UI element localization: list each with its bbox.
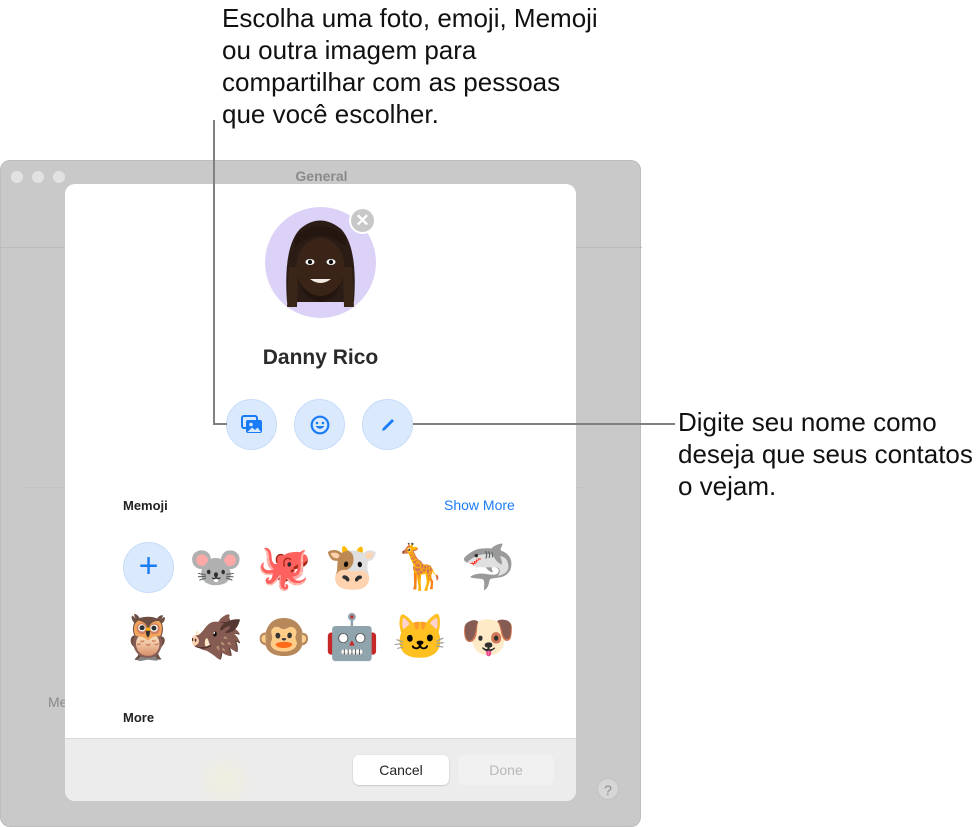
leader-line-right [413,423,675,425]
show-more-link[interactable]: Show More [444,497,515,513]
memoji-cow[interactable]: 🐮 [325,542,380,594]
more-section-label: More [123,710,155,725]
photos-icon [240,414,262,433]
memoji-shark[interactable]: 🦈 [461,542,516,594]
window-title: General [295,168,348,184]
choose-emoji-button[interactable] [294,399,345,450]
smiley-icon [310,415,329,434]
memoji-mouse[interactable]: 🐭 [189,542,244,594]
pencil-icon [381,418,394,431]
memoji-monkey[interactable]: 🐵 [257,612,312,664]
sheet-footer: Cancel Done [65,738,576,801]
footer-glow [195,751,255,801]
memoji-owl[interactable]: 🦉 [121,612,176,664]
name-photo-sheet: ✕ Danny Rico Memoji Show More + 🐭 🐙 🐮 🦒 … [65,184,576,801]
remove-avatar-button[interactable]: ✕ [349,207,376,234]
memoji-section-label: Memoji [123,498,168,513]
leader-line-top-vertical [213,120,215,424]
user-name: Danny Rico [262,346,379,369]
done-button[interactable]: Done [458,755,554,785]
memoji-giraffe[interactable]: 🦒 [393,542,448,594]
choose-photo-button[interactable] [226,399,277,450]
memoji-boar[interactable]: 🐗 [189,612,244,664]
help-button[interactable]: ? [597,778,619,800]
memoji-octopus[interactable]: 🐙 [257,542,312,594]
edit-name-button[interactable] [362,399,413,450]
add-memoji-button[interactable]: + [123,542,174,593]
memoji-cat[interactable]: 🐱 [393,612,448,664]
cancel-button[interactable]: Cancel [353,755,449,785]
leader-line-top-horizontal [213,423,227,425]
callout-enter-name: Digite seu nome como deseja que seus con… [678,407,973,501]
callout-choose-image: Escolha uma foto, emoji, Memoji ou outra… [222,3,598,129]
memoji-robot[interactable]: 🤖 [325,612,380,664]
memoji-dog[interactable]: 🐶 [461,612,516,664]
